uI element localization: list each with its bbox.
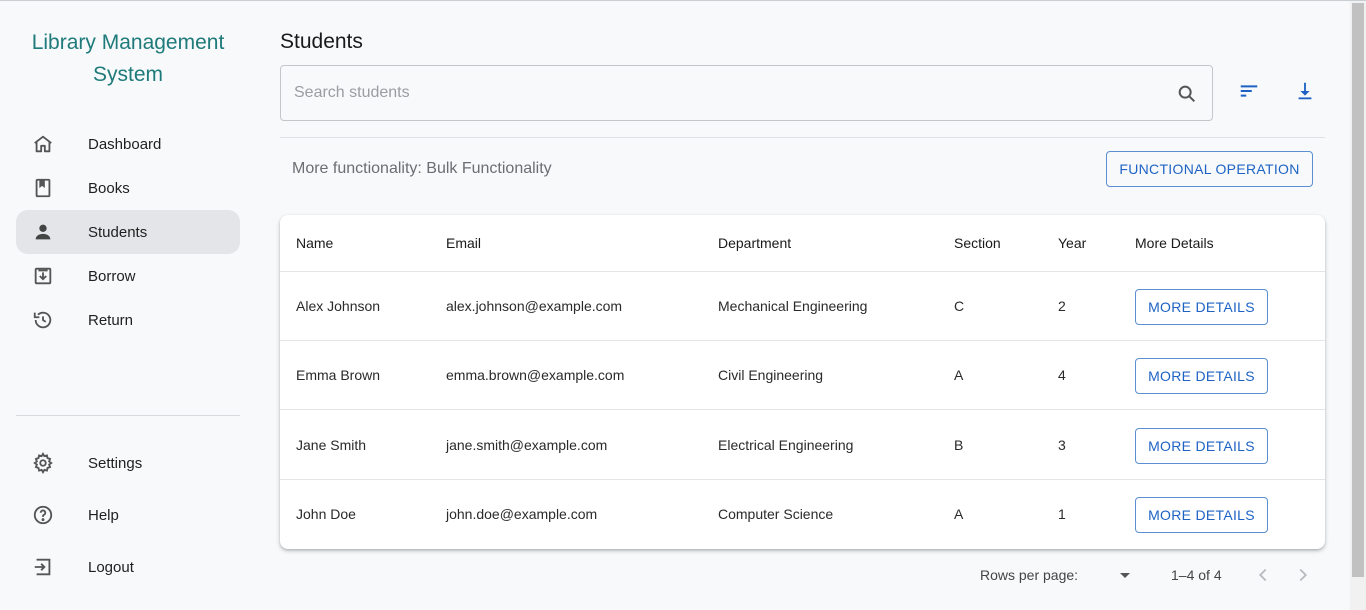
table-header: Name Email Department Section Year More … [280,215,1325,272]
cell-email: john.doe@example.com [446,506,598,522]
cell-year: 1 [1058,506,1066,522]
cell-name: Emma Brown [296,367,381,383]
rows-per-page-label: Rows per page: [980,567,1079,583]
cell-department: Civil Engineering [718,367,824,383]
logout-icon [32,556,54,578]
cell-year: 3 [1058,437,1066,453]
chevron-right-icon [1292,568,1314,589]
cell-year: 2 [1058,298,1066,314]
cell-email: jane.smith@example.com [446,437,608,453]
cell-section: C [954,298,965,314]
sidebar-item-label: Dashboard [88,135,162,153]
sidebar-item-label: Settings [88,454,143,472]
table-row: Alex Johnson alex.johnson@example.com Me… [280,272,1325,341]
table-row: John Doe john.doe@example.com Computer S… [280,480,1325,549]
cell-section: A [954,367,964,383]
sidebar-item-logout[interactable]: Logout [16,545,240,589]
more-details-button[interactable]: MORE DETAILS [1135,358,1268,394]
column-header-name: Name [296,235,334,251]
sidebar-item-label: Return [88,311,134,329]
bulk-functionality-text: More functionality: Bulk Functionality [292,160,552,177]
students-table: Name Email Department Section Year More … [280,215,1325,549]
sidebar-item-help[interactable]: Help [16,493,240,537]
sidebar-item-books[interactable]: Books [16,166,240,210]
cell-section: A [954,506,964,522]
search-field [280,65,1213,121]
column-header-section: Section [954,235,1001,251]
sidebar-item-label: Help [88,506,119,524]
cell-email: emma.brown@example.com [446,367,625,383]
book-icon [32,177,54,199]
home-icon [32,133,54,155]
table-row: Jane Smith jane.smith@example.com Electr… [280,411,1325,480]
previous-page-button[interactable] [1252,564,1274,589]
more-details-button[interactable]: MORE DETAILS [1135,289,1268,325]
gear-icon [32,452,54,474]
functional-operation-button[interactable]: FUNCTIONAL OPERATION [1106,151,1313,187]
column-header-email: Email [446,235,482,251]
scrollbar-thumb[interactable] [1352,3,1364,577]
sidebar: Library Management System Dashboard Book… [0,1,256,610]
column-header-department: Department [718,235,792,251]
rows-per-page-select[interactable] [1112,563,1138,590]
filter-sort-button[interactable] [1235,79,1263,107]
more-details-button[interactable]: MORE DETAILS [1135,428,1268,464]
cell-year: 4 [1058,367,1066,383]
sidebar-item-dashboard[interactable]: Dashboard [16,122,240,166]
sidebar-divider [16,415,240,416]
sidebar-item-return[interactable]: Return [16,298,240,342]
sidebar-item-label: Logout [88,558,134,576]
sidebar-item-students[interactable]: Students [16,210,240,254]
sidebar-item-settings[interactable]: Settings [16,441,240,485]
cell-department: Computer Science [718,506,834,522]
person-icon [32,221,54,243]
history-icon [32,309,54,331]
column-header-year: Year [1058,235,1087,251]
cell-section: B [954,437,964,453]
sidebar-item-label: Students [88,223,148,241]
vertical-scrollbar[interactable] [1350,1,1366,610]
app-brand: Library Management System [31,31,225,86]
cell-department: Mechanical Engineering [718,298,868,314]
borrow-icon [32,265,54,287]
app-window: Library Management System Dashboard Book… [0,0,1366,610]
chevron-left-icon [1252,568,1274,589]
sidebar-item-label: Borrow [88,267,136,285]
download-button[interactable] [1291,79,1319,107]
table-row: Emma Brown emma.brown@example.com Civil … [280,341,1325,410]
page-title: Students [280,30,363,53]
cell-name: John Doe [296,506,356,522]
column-header-more-details: More Details [1135,235,1214,251]
sidebar-item-borrow[interactable]: Borrow [16,254,240,298]
more-details-button[interactable]: MORE DETAILS [1135,497,1268,533]
download-icon [1294,80,1316,107]
sidebar-item-label: Books [88,179,130,197]
dropdown-arrow-icon [1112,573,1138,590]
bulk-actions-bar: More functionality: Bulk Functionality F… [280,137,1325,197]
pagination-range: 1–4 of 4 [1171,567,1222,583]
cell-name: Jane Smith [296,437,367,453]
cell-department: Electrical Engineering [718,437,854,453]
cell-email: alex.johnson@example.com [446,298,623,314]
sort-icon [1238,80,1260,107]
search-input[interactable] [294,66,1154,120]
search-icon[interactable] [1176,83,1198,105]
next-page-button[interactable] [1292,564,1314,589]
cell-name: Alex Johnson [296,298,381,314]
help-icon [32,504,54,526]
